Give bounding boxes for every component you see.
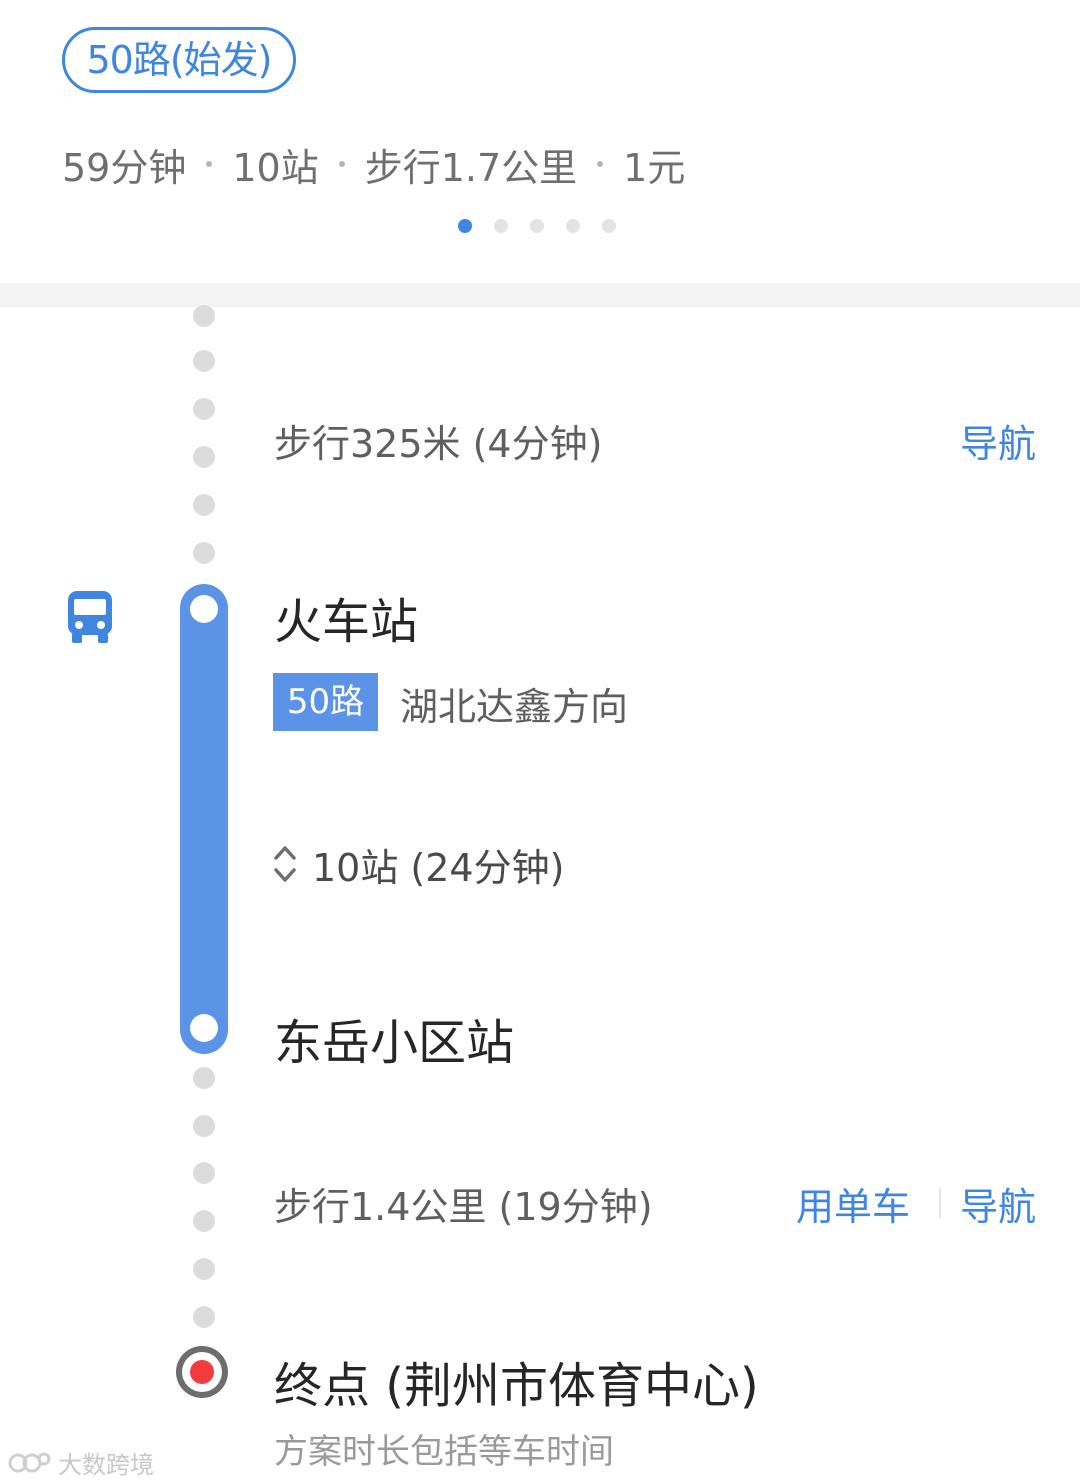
board-station-name: 火车站: [274, 594, 419, 650]
walk-dot: [193, 350, 215, 372]
route-pager[interactable]: [458, 219, 616, 233]
walk-dot: [193, 446, 215, 468]
walk-dot: [193, 1115, 215, 1137]
destination-marker: [176, 1346, 228, 1398]
pager-dot[interactable]: [530, 219, 544, 233]
bus-line-tag[interactable]: 50路: [273, 673, 378, 731]
pager-dot[interactable]: [458, 219, 472, 233]
walk-dot: [193, 1162, 215, 1184]
destination-label: 终点 (荆州市体育中心): [274, 1358, 759, 1414]
watermark-text: 大数跨境: [58, 1451, 154, 1479]
walk-dot: [193, 1258, 215, 1280]
section-divider: [0, 283, 1080, 307]
board-stop-marker: [190, 595, 218, 623]
alight-station-name: 东岳小区站: [274, 1015, 515, 1071]
expand-chevrons-icon: [274, 846, 296, 882]
summary-walk: 步行1.7公里: [364, 145, 578, 190]
walk-dot: [193, 1067, 215, 1089]
duration-footnote: 方案时长包括等车时间: [274, 1432, 614, 1472]
walk-segment-2-text: 步行1.4公里 (19分钟): [274, 1185, 653, 1229]
summary-stops: 10站: [232, 145, 319, 190]
watermark-logo-icon: [8, 1452, 51, 1472]
separator-dot: [206, 161, 213, 167]
bus-route-bar: [180, 584, 228, 1054]
bus-icon: [68, 591, 112, 643]
link-divider: [939, 1188, 941, 1218]
ride-summary: 10站 (24分钟): [312, 845, 565, 890]
walk-segment-1-text: 步行325米 (4分钟): [274, 422, 603, 466]
walk-dot: [193, 1210, 215, 1232]
separator-dot: [597, 161, 604, 167]
use-bike-link[interactable]: 用单车: [796, 1176, 910, 1231]
summary-fare: 1元: [623, 145, 686, 190]
expand-stops-toggle[interactable]: 10站 (24分钟): [272, 837, 564, 891]
summary-duration: 59分钟: [62, 145, 187, 190]
walk-1-navigate-link[interactable]: 导航: [960, 413, 1036, 468]
walk-dot: [193, 494, 215, 516]
walk-dot: [193, 1306, 215, 1328]
watermark: 大数跨境: [8, 1445, 154, 1480]
route-badge[interactable]: 50路(始发): [62, 27, 296, 93]
route-summary: 59分钟 10站 步行1.7公里 1元: [62, 138, 685, 190]
walk-dot: [193, 305, 215, 327]
alight-stop-marker: [190, 1014, 218, 1042]
walk-dot: [193, 398, 215, 420]
walk-2-navigate-link[interactable]: 导航: [960, 1176, 1036, 1231]
pager-dot[interactable]: [566, 219, 580, 233]
bus-direction: 湖北达鑫方向: [400, 685, 629, 729]
pager-dot[interactable]: [602, 219, 616, 233]
separator-dot: [338, 161, 345, 167]
pager-dot[interactable]: [494, 219, 508, 233]
walk-dot: [193, 542, 215, 564]
